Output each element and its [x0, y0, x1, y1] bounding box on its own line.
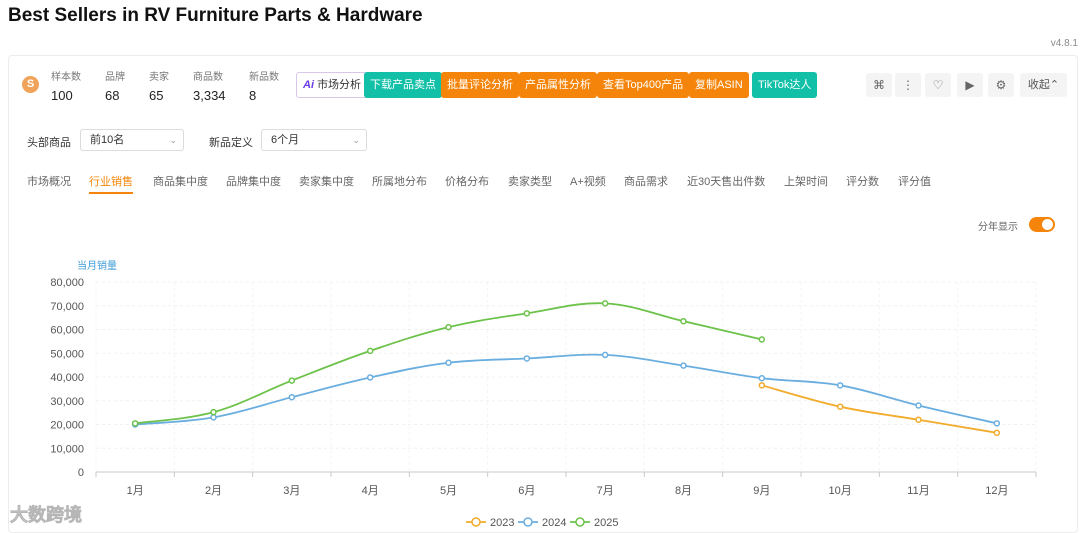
x-tick-label: 12月 — [985, 485, 1008, 497]
data-point-2025 — [758, 336, 766, 343]
x-tick-label: 3月 — [283, 485, 300, 497]
y-axis-label: 当月销量 — [77, 259, 117, 272]
data-point-2024 — [523, 355, 531, 362]
legend-label-2024: 2024 — [542, 517, 566, 529]
y-tick-label: 40,000 — [50, 372, 84, 384]
data-point-2024 — [366, 374, 374, 381]
x-tick-label: 10月 — [829, 485, 852, 497]
y-tick-label: 30,000 — [50, 396, 84, 408]
data-point-2025 — [366, 347, 374, 355]
x-tick-label: 2月 — [205, 485, 222, 497]
legend-label-2023: 2023 — [490, 517, 514, 529]
data-point-2023 — [758, 382, 766, 389]
y-tick-label: 10,000 — [50, 443, 84, 455]
legend-label-2025: 2025 — [594, 517, 618, 529]
y-tick-label: 0 — [78, 467, 84, 479]
legend-marker-2024 — [523, 517, 533, 527]
watermark: 大数跨境 — [10, 505, 83, 526]
data-point-2024 — [993, 420, 1001, 427]
data-point-2025 — [601, 300, 609, 307]
data-point-2025 — [445, 323, 452, 331]
x-tick-label: 1月 — [127, 485, 144, 497]
data-point-2024 — [445, 359, 452, 366]
data-point-2025 — [288, 377, 296, 384]
y-tick-label: 70,000 — [50, 301, 84, 313]
y-tick-label: 60,000 — [50, 325, 84, 337]
data-point-2023 — [836, 403, 844, 410]
x-tick-label: 11月 — [907, 485, 929, 497]
data-point-2024 — [210, 414, 217, 421]
x-tick-label: 9月 — [753, 485, 770, 497]
x-tick-label: 7月 — [597, 485, 614, 497]
x-tick-label: 8月 — [675, 485, 692, 497]
y-tick-label: 80,000 — [50, 277, 84, 289]
x-tick-label: 5月 — [440, 485, 457, 497]
y-tick-label: 20,000 — [50, 420, 84, 432]
data-point-2024 — [758, 374, 766, 382]
data-point-2023 — [993, 429, 1001, 437]
data-point-2025 — [131, 420, 139, 427]
legend-marker-2025 — [575, 517, 585, 527]
data-point-2024 — [288, 393, 296, 401]
data-point-2024 — [915, 402, 922, 409]
x-tick-label: 4月 — [362, 485, 379, 497]
monthly-sales-chart: 0 10,000 20,000 30,000 40,000 50,000 60,000 70,… — [50, 259, 1037, 529]
x-tick-label: 6月 — [518, 485, 535, 497]
y-tick-label: 50,000 — [50, 348, 84, 360]
data-point-2024 — [601, 351, 609, 359]
data-point-2025 — [210, 408, 217, 416]
data-point-2024 — [680, 362, 687, 369]
legend-marker-2023 — [471, 517, 481, 527]
data-point-2025 — [680, 317, 687, 325]
data-point-2023 — [915, 416, 922, 423]
data-point-2025 — [523, 310, 531, 317]
data-point-2024 — [836, 382, 844, 389]
